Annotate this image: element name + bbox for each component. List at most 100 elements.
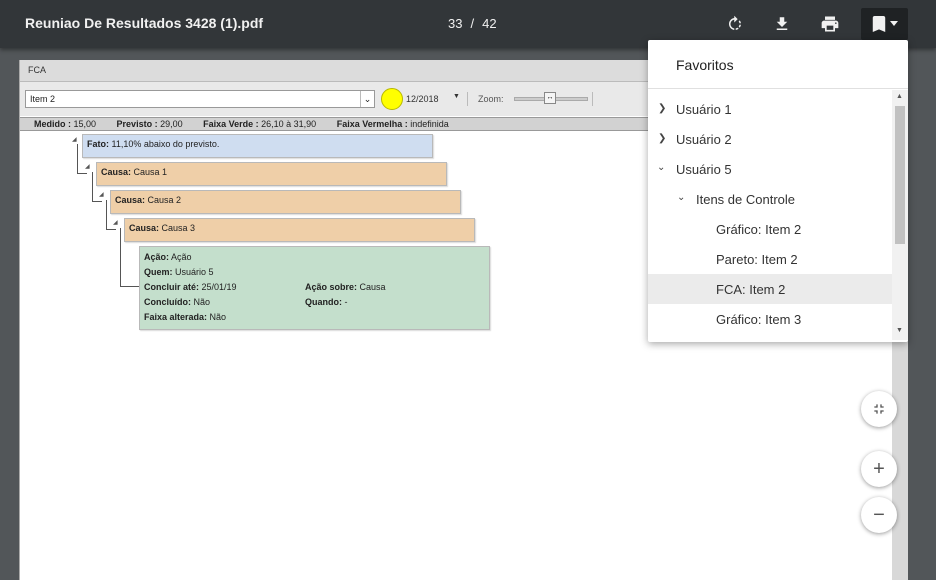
- acao-value: Ação: [169, 252, 192, 262]
- concluido-value: Não: [191, 297, 211, 307]
- collapse-icon[interactable]: ◢: [113, 219, 118, 226]
- bookmark-item-usuario-5[interactable]: ⌄ Usuário 5: [648, 154, 892, 184]
- tree-line: [120, 286, 140, 287]
- causa-label: Causa:: [101, 167, 132, 177]
- document-title: Reuniao De Resultados 3428 (1).pdf: [25, 15, 264, 31]
- medido-value: 15,00: [71, 119, 97, 129]
- faixa-verde-label: Faixa Verde :: [203, 119, 259, 129]
- scroll-up-icon[interactable]: ▲: [896, 93, 903, 100]
- bookmark-label: Gráfico: Item 2: [716, 222, 802, 237]
- zoom-slider-thumb[interactable]: ↔: [544, 92, 556, 104]
- tree-line: [92, 172, 93, 202]
- bookmarks-button[interactable]: [861, 8, 908, 40]
- collapse-icon[interactable]: ◢: [85, 163, 90, 170]
- fit-page-button[interactable]: [861, 391, 897, 427]
- caret-down-icon: [889, 21, 898, 26]
- rotate-button[interactable]: [720, 10, 750, 38]
- page-indicator: 33 / 42: [444, 16, 501, 31]
- bookmark-item-grafico-item-2[interactable]: Gráfico: Item 2: [648, 214, 892, 244]
- bookmark-label: FCA: Item 2: [716, 282, 786, 297]
- rotate-icon: [729, 15, 741, 30]
- fato-node[interactable]: Fato: 11,10% abaixo do previsto.: [82, 134, 433, 158]
- tree-line: [106, 229, 116, 230]
- faixa-vermelha-label: Faixa Vermelha :: [336, 119, 408, 129]
- page-separator: /: [470, 16, 475, 31]
- causa-label: Causa:: [129, 223, 160, 233]
- chevron-down-icon[interactable]: ⌄: [677, 192, 685, 203]
- status-indicator: [381, 88, 403, 110]
- bookmark-item-usuario-1[interactable]: ❯ Usuário 1: [648, 94, 892, 124]
- download-button[interactable]: [767, 10, 797, 38]
- divider: [592, 92, 593, 106]
- period-value: 12/2018: [406, 94, 439, 104]
- chevron-right-icon[interactable]: ❯: [658, 103, 666, 114]
- acao-sobre-value: Causa: [357, 282, 386, 292]
- faixa-vermelha-value: indefinida: [407, 119, 449, 129]
- tree-line: [120, 228, 121, 287]
- bookmark-item-pareto-item-2[interactable]: Pareto: Item 2: [648, 244, 892, 274]
- causa-node[interactable]: Causa: Causa 2: [110, 190, 461, 214]
- bookmark-item-usuario-2[interactable]: ❯ Usuário 2: [648, 124, 892, 154]
- tree-line: [106, 200, 107, 230]
- medido-label: Medido :: [34, 119, 71, 129]
- page-total: 42: [482, 16, 497, 31]
- zoom-in-button[interactable]: +: [861, 451, 897, 487]
- print-icon: [821, 16, 839, 32]
- zoom-out-button[interactable]: −: [861, 497, 897, 533]
- fit-page-icon: [874, 404, 884, 414]
- bookmark-item-fca-item-2[interactable]: FCA: Item 2: [648, 274, 892, 304]
- causa-text: Causa 2: [145, 195, 182, 205]
- tree-line: [77, 173, 87, 174]
- concluir-value: 25/01/19: [199, 282, 237, 292]
- zoom-label: Zoom:: [478, 94, 504, 104]
- bookmark-label: Usuário 5: [676, 162, 732, 177]
- causa-label: Causa:: [115, 195, 146, 205]
- scrollbar-thumb[interactable]: [895, 106, 905, 244]
- bookmark-item-grafico-item-3[interactable]: Gráfico: Item 3: [648, 304, 892, 334]
- bookmark-item-itens-de-controle[interactable]: ⌄ Itens de Controle: [648, 184, 892, 214]
- bookmarks-panel: Favoritos ❯ Usuário 1 ❯ Usuário 2 ⌄ Usuá…: [648, 40, 908, 342]
- quando-label: Quando:: [305, 297, 342, 307]
- print-button[interactable]: [815, 10, 845, 38]
- collapse-icon[interactable]: ◢: [72, 136, 77, 143]
- chevron-right-icon[interactable]: ❯: [658, 133, 666, 144]
- bookmark-label: Pareto: Item 2: [716, 252, 798, 267]
- acao-node[interactable]: Ação: Ação Quem: Usuário 5 Concluir até:…: [139, 246, 490, 330]
- panel-title: Favoritos: [676, 57, 734, 73]
- bookmark-label: Gráfico: Item 3: [716, 312, 802, 327]
- tree-line: [77, 144, 78, 174]
- fato-label: Fato:: [87, 139, 109, 149]
- fato-text: 11,10% abaixo do previsto.: [109, 139, 220, 149]
- item-select[interactable]: Item 2 ⌄: [25, 90, 375, 108]
- faixa-alterada-label: Faixa alterada:: [144, 312, 208, 322]
- bookmark-label: Usuário 1: [676, 102, 732, 117]
- scroll-down-icon[interactable]: ▼: [896, 327, 903, 334]
- tree-line: [92, 201, 102, 202]
- previsto-value: 29,00: [157, 119, 183, 129]
- period-dropdown-icon[interactable]: ▼: [453, 93, 460, 100]
- chevron-down-icon[interactable]: ⌄: [657, 162, 665, 173]
- previsto-label: Previsto :: [116, 119, 158, 129]
- quando-value: -: [342, 297, 348, 307]
- faixa-alterada-value: Não: [207, 312, 227, 322]
- chevron-down-icon[interactable]: ⌄: [360, 91, 374, 107]
- zoom-out-icon: −: [873, 503, 885, 526]
- page-current[interactable]: 33: [448, 16, 462, 31]
- causa-text: Causa 3: [159, 223, 196, 233]
- causa-node[interactable]: Causa: Causa 1: [96, 162, 447, 186]
- causa-node[interactable]: Causa: Causa 3: [124, 218, 475, 242]
- bookmark-label: Itens de Controle: [696, 192, 796, 207]
- item-select-value: Item 2: [30, 94, 56, 104]
- concluir-label: Concluir até:: [144, 282, 200, 292]
- acao-label: Ação:: [144, 252, 170, 262]
- acao-sobre-label: Ação sobre:: [305, 282, 358, 292]
- bookmarks-scrollbar[interactable]: ▲ ▼: [892, 90, 908, 340]
- bookmark-icon: [872, 16, 885, 32]
- collapse-icon[interactable]: ◢: [99, 191, 104, 198]
- faixa-verde-value: 26,10 à 31,90: [258, 119, 317, 129]
- bookmark-label: Usuário 2: [676, 132, 732, 147]
- causa-text: Causa 1: [131, 167, 168, 177]
- concluido-label: Concluído:: [144, 297, 191, 307]
- quem-value: Usuário 5: [172, 267, 214, 277]
- quem-label: Quem:: [144, 267, 173, 277]
